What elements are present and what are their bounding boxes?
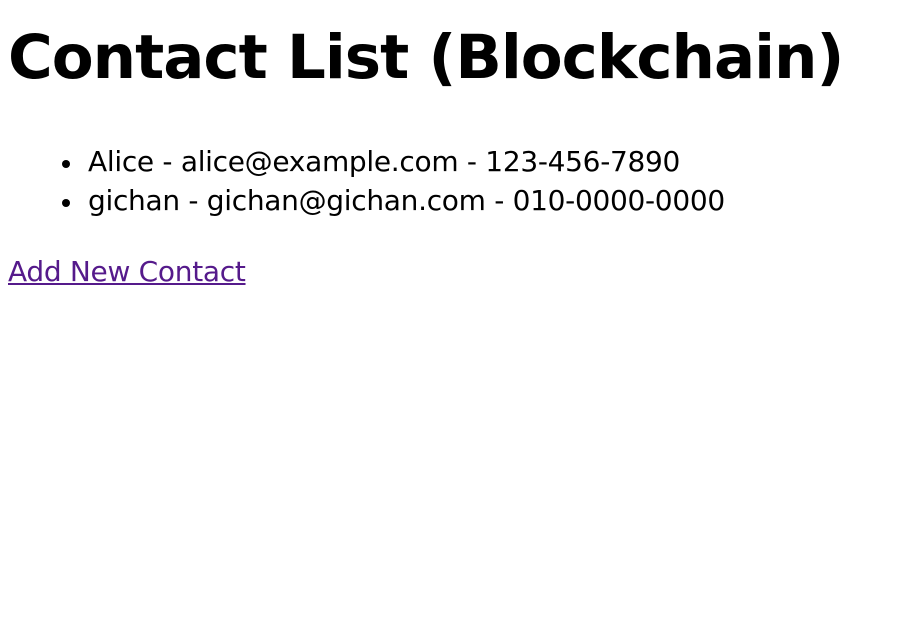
page-title: Contact List (Blockchain)	[8, 22, 844, 93]
add-new-contact-link[interactable]: Add New Contact	[8, 252, 246, 292]
list-item: gichan - gichan@gichan.com - 010-0000-00…	[62, 181, 725, 220]
contact-entry: Alice - alice@example.com - 123-456-7890	[88, 145, 681, 178]
bullet-icon	[62, 199, 70, 207]
contact-entry: gichan - gichan@gichan.com - 010-0000-00…	[88, 184, 725, 217]
list-item: Alice - alice@example.com - 123-456-7890	[62, 142, 725, 181]
bullet-icon	[62, 160, 70, 168]
contact-list: Alice - alice@example.com - 123-456-7890…	[62, 142, 725, 220]
